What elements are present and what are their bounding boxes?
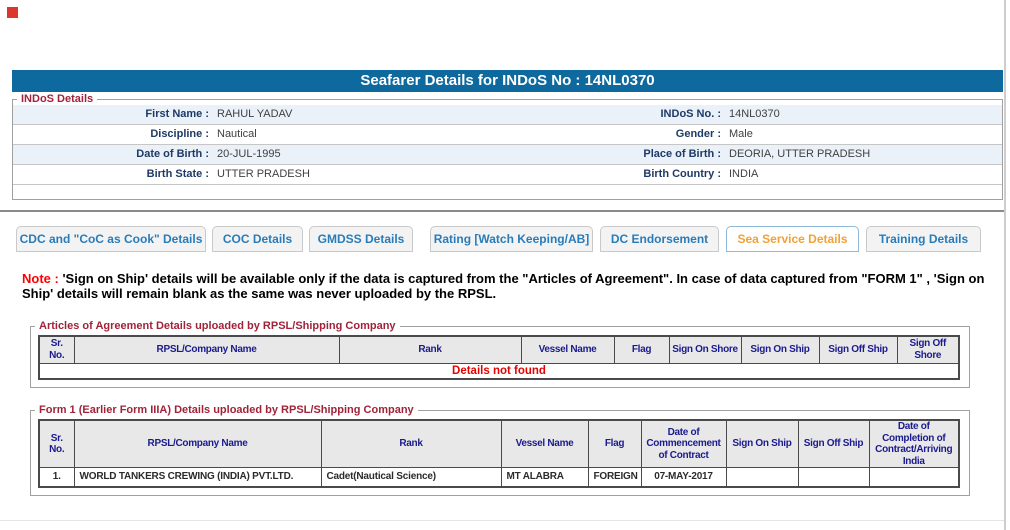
empty-state-text: Details not found: [38, 362, 960, 380]
column-header: Sign On Shore: [668, 335, 742, 364]
articles-legend: Articles of Agreement Details uploaded b…: [39, 320, 396, 332]
detail-value: Male: [729, 128, 753, 140]
column-header: Vessel Name: [500, 419, 589, 468]
detail-label: Gender :: [675, 128, 721, 140]
tab-coc-details[interactable]: COC Details: [212, 226, 303, 252]
form1-legend: Form 1 (Earlier Form IIIA) Details uploa…: [39, 404, 414, 416]
table-header-row: Sr. No. RPSL/Company Name Rank Vessel Na…: [38, 419, 960, 468]
tab-sea-service-details[interactable]: Sea Service Details: [726, 226, 859, 252]
table-row: Details not found: [38, 362, 960, 380]
table-header-row: Sr. No. RPSL/Company Name Rank Vessel Na…: [38, 335, 960, 364]
page: Seafarer Details for INDoS No : 14NL0370…: [0, 0, 1010, 530]
window-bottom-edge: [0, 520, 1004, 521]
detail-value: RAHUL YADAV: [217, 108, 293, 120]
column-header: Sign Off Shore: [896, 335, 960, 364]
note-text: Note : 'Sign on Ship' details will be av…: [22, 271, 994, 301]
detail-value: 14NL0370: [729, 108, 780, 120]
indos-details-legend: INDoS Details: [21, 93, 94, 105]
articles-table: Sr. No. RPSL/Company Name Rank Vessel Na…: [38, 335, 960, 380]
detail-value: DEORIA, UTTER PRADESH: [729, 148, 871, 160]
table-row: 1. WORLD TANKERS CREWING (INDIA) PVT.LTD…: [38, 467, 960, 487]
articles-of-agreement-section: Articles of Agreement Details uploaded b…: [30, 320, 970, 388]
column-header: RPSL/Company Name: [73, 419, 322, 468]
column-header: Sign Off Ship: [797, 419, 870, 468]
column-header: Vessel Name: [520, 335, 615, 364]
column-header: Rank: [320, 419, 502, 468]
broken-image-icon: [7, 7, 18, 18]
table-cell: WORLD TANKERS CREWING (INDIA) PVT.LTD.: [73, 467, 322, 487]
note-prefix: Note :: [22, 271, 59, 286]
tab-training-details[interactable]: Training Details: [866, 226, 981, 252]
table-cell: [797, 467, 870, 487]
detail-label: Discipline :: [150, 128, 209, 140]
detail-row: Discipline : Nautical Gender : Male: [13, 125, 1002, 145]
detail-value: UTTER PRADESH: [217, 168, 310, 180]
tab-dc-endorsement[interactable]: DC Endorsement: [600, 226, 719, 252]
column-header: Sign Off Ship: [818, 335, 898, 364]
detail-row: First Name : RAHUL YADAV INDoS No. : 14N…: [13, 105, 1002, 125]
detail-label: INDoS No. :: [660, 108, 722, 120]
detail-label: Date of Birth :: [136, 148, 209, 160]
detail-label: Birth State :: [146, 168, 209, 180]
tab-gmdss-details[interactable]: GMDSS Details: [309, 226, 413, 252]
column-header: Sign On Ship: [725, 419, 799, 468]
page-title: Seafarer Details for INDoS No : 14NL0370: [12, 70, 1003, 92]
tab-cdc-and-coc-as-cook-details[interactable]: CDC and "CoC as Cook" Details: [16, 226, 206, 252]
detail-label: First Name :: [145, 108, 209, 120]
column-header: Sr. No.: [38, 335, 75, 364]
table-cell: [868, 467, 960, 487]
column-header: Flag: [613, 335, 670, 364]
column-header: Sr. No.: [38, 419, 75, 468]
window-right-edge: [1004, 0, 1006, 530]
table-cell: 1.: [38, 467, 75, 487]
table-cell: Cadet(Nautical Science): [320, 467, 502, 487]
detail-value: Nautical: [217, 128, 257, 140]
form1-table: Sr. No. RPSL/Company Name Rank Vessel Na…: [38, 419, 960, 488]
indos-details-section: INDoS Details First Name : RAHUL YADAV I…: [12, 93, 1003, 200]
table-cell: FOREIGN: [587, 467, 642, 487]
column-header: Date of Commencement of Contract: [640, 419, 727, 468]
detail-value: 20-JUL-1995: [217, 148, 281, 160]
table-cell: 07-MAY-2017: [640, 467, 727, 487]
section-divider: [0, 210, 1005, 212]
detail-label: Birth Country :: [643, 168, 721, 180]
table-cell: MT ALABRA: [500, 467, 589, 487]
column-header: Sign On Ship: [740, 335, 820, 364]
column-header: Flag: [587, 419, 642, 468]
column-header: RPSL/Company Name: [73, 335, 340, 364]
tab-rating-watch-keeping-ab[interactable]: Rating [Watch Keeping/AB]: [430, 226, 593, 252]
form1-section: Form 1 (Earlier Form IIIA) Details uploa…: [30, 404, 970, 496]
detail-row: Date of Birth : 20-JUL-1995 Place of Bir…: [13, 145, 1002, 165]
note-body: 'Sign on Ship' details will be available…: [22, 271, 985, 301]
column-header: Rank: [338, 335, 522, 364]
table-cell: [725, 467, 799, 487]
detail-row: Birth State : UTTER PRADESH Birth Countr…: [13, 165, 1002, 185]
detail-value: INDIA: [729, 168, 759, 180]
column-header: Date of Completion of Contract/Arriving …: [868, 419, 960, 468]
detail-label: Place of Birth :: [643, 148, 721, 160]
